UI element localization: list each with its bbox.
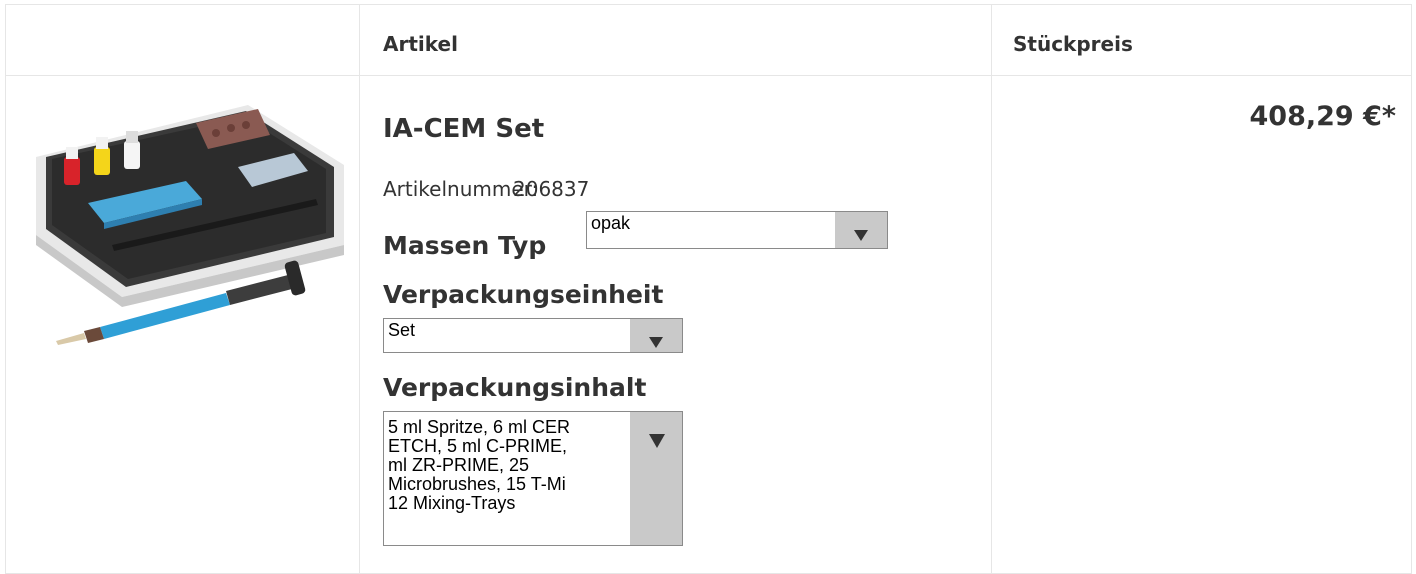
chevron-down-icon — [649, 434, 665, 448]
column-header-article: Artikel — [383, 32, 458, 56]
article-number-value: 206837 — [513, 177, 590, 201]
cart-table: Artikel Stückpreis IA-CEM Set Artikelnum… — [5, 4, 1412, 574]
packaging-unit-label: Verpackungseinheit — [383, 280, 664, 309]
chevron-down-icon — [649, 337, 663, 348]
packaging-content-value: 5 ml Spritze, 6 ml CER ETCH, 5 ml C-PRIM… — [388, 418, 571, 513]
mass-type-select[interactable]: opak — [586, 211, 888, 249]
product-title[interactable]: IA-CEM Set — [383, 114, 544, 144]
column-divider — [991, 5, 992, 573]
unit-price: 408,29 €* — [1249, 101, 1397, 132]
mass-type-label: Massen Typ — [383, 231, 547, 260]
mass-type-value: opak — [591, 213, 631, 233]
product-image[interactable] — [26, 95, 351, 345]
column-divider — [359, 5, 360, 573]
column-header-price: Stückpreis — [1013, 32, 1133, 56]
packaging-unit-value: Set — [388, 320, 416, 340]
packaging-unit-select[interactable]: Set — [383, 318, 683, 353]
header-divider — [6, 75, 1411, 76]
chevron-down-icon — [854, 230, 868, 241]
packaging-content-label: Verpackungsinhalt — [383, 373, 647, 402]
packaging-content-select[interactable]: 5 ml Spritze, 6 ml CER ETCH, 5 ml C-PRIM… — [383, 411, 683, 546]
packaging-unit-dropdown-button[interactable] — [630, 319, 682, 352]
packaging-content-dropdown-button[interactable] — [630, 412, 682, 545]
mass-type-dropdown-button[interactable] — [835, 212, 887, 248]
